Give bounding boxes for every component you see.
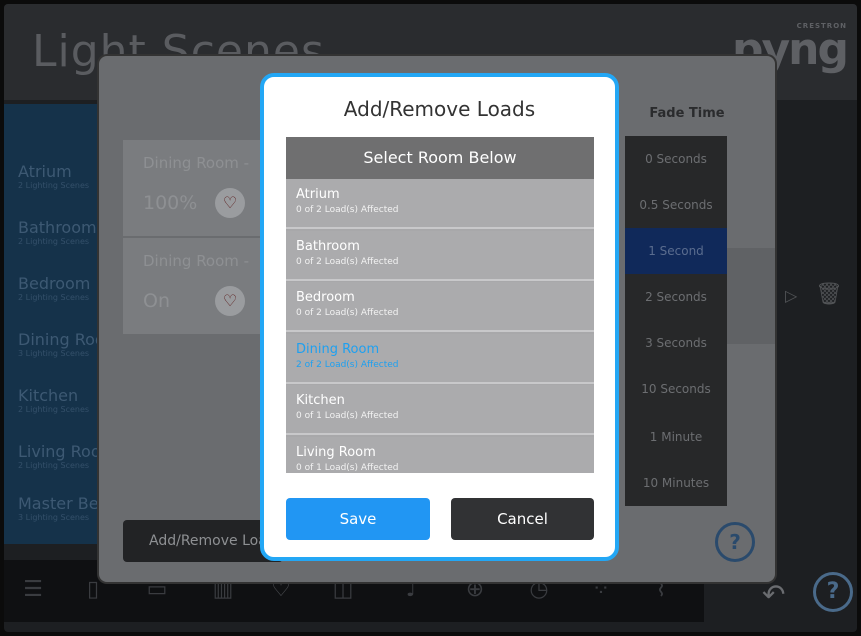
load-card-value: On — [143, 290, 170, 312]
fade-option[interactable]: 1 Minute — [625, 414, 727, 460]
menu-icon[interactable]: ☰ — [20, 578, 46, 602]
room-list-item-bathroom[interactable]: Bathroom 0 of 2 Load(s) Affected — [286, 231, 594, 281]
room-list-item-bedroom[interactable]: Bedroom 0 of 2 Load(s) Affected — [286, 282, 594, 332]
fade-option[interactable]: 0.5 Seconds — [625, 182, 727, 228]
room-list-item-kitchen[interactable]: Kitchen 0 of 1 Load(s) Affected — [286, 385, 594, 435]
play-icon[interactable]: ▷ — [785, 286, 797, 305]
fade-option[interactable]: 10 Minutes — [625, 460, 727, 506]
dialog-title: Add/Remove Loads — [343, 97, 536, 121]
help-icon[interactable]: ? — [715, 522, 755, 562]
sidebar-item-sub: 3 Lighting Scenes — [18, 513, 90, 522]
fade-option[interactable]: 10 Seconds — [625, 366, 727, 412]
room-load-count: 2 of 2 Load(s) Affected — [296, 360, 399, 370]
sidebar-item-living-room[interactable]: Living Room 2 Lighting Scenes — [18, 442, 108, 470]
back-arrow-icon[interactable]: ↶ — [762, 578, 792, 611]
room-list-header: Select Room Below — [286, 137, 594, 179]
room-load-count: 0 of 2 Load(s) Affected — [296, 257, 399, 267]
fade-time-header: Fade Time — [649, 106, 725, 121]
room-name: Kitchen — [296, 393, 345, 408]
room-name: Bathroom — [296, 239, 360, 254]
sidebar-item-label: Dining Room — [18, 330, 108, 349]
sidebar-item-dining-room[interactable]: Dining Room 3 Lighting Scenes — [18, 330, 108, 358]
fade-option[interactable]: 3 Seconds — [625, 320, 727, 366]
add-remove-loads-dialog: Add/Remove Loads Select Room Below Atriu… — [260, 73, 619, 561]
room-load-count: 0 of 1 Load(s) Affected — [296, 463, 399, 473]
save-button[interactable]: Save — [286, 498, 430, 540]
sidebar-item-label: Bathroom — [18, 218, 97, 237]
room-name: Dining Room — [296, 342, 380, 357]
room-sidebar: Atrium 2 Lighting Scenes Bathroom 2 Ligh… — [4, 104, 108, 544]
room-name: Bedroom — [296, 290, 355, 305]
sidebar-item-sub: 2 Lighting Scenes — [18, 237, 90, 246]
sidebar-item-label: Living Room — [18, 442, 108, 461]
load-card-title: Dining Room - — [143, 154, 250, 172]
sidebar-item-bathroom[interactable]: Bathroom 2 Lighting Scenes — [18, 218, 108, 246]
sidebar-item-label: Master Bedroom — [18, 494, 108, 513]
sidebar-item-label: Bedroom — [18, 274, 91, 293]
sidebar-item-sub: 2 Lighting Scenes — [18, 293, 90, 302]
load-card-title: Dining Room - — [143, 252, 250, 270]
door-icon[interactable]: ▯ — [80, 578, 106, 602]
room-list[interactable]: Atrium 0 of 2 Load(s) Affected Bathroom … — [286, 179, 594, 473]
room-name: Atrium — [296, 187, 340, 202]
sidebar-item-master-bedroom[interactable]: Master Bedroom 3 Lighting Scenes — [18, 494, 108, 522]
room-list-item-atrium[interactable]: Atrium 0 of 2 Load(s) Affected — [286, 179, 594, 229]
lightbulb-icon[interactable]: ♡ — [215, 188, 245, 218]
cancel-button[interactable]: Cancel — [451, 498, 594, 540]
sidebar-item-sub: 2 Lighting Scenes — [18, 181, 90, 190]
room-list-item-living-room[interactable]: Living Room 0 of 1 Load(s) Affected — [286, 437, 594, 473]
sidebar-item-sub: 3 Lighting Scenes — [18, 349, 90, 358]
fade-time-list: 0 Seconds 0.5 Seconds 1 Second 2 Seconds… — [625, 136, 727, 506]
fade-option[interactable]: 0 Seconds — [625, 136, 727, 182]
scene-row — [727, 248, 775, 344]
sidebar-item-sub: 2 Lighting Scenes — [18, 405, 90, 414]
trash-icon[interactable]: 🗑 — [815, 282, 843, 307]
fade-option[interactable]: 2 Seconds — [625, 274, 727, 320]
room-load-count: 0 of 2 Load(s) Affected — [296, 205, 399, 215]
sidebar-item-sub: 2 Lighting Scenes — [18, 461, 90, 470]
room-name: Living Room — [296, 445, 376, 460]
sidebar-item-label: Kitchen — [18, 386, 79, 405]
sidebar-item-bedroom[interactable]: Bedroom 2 Lighting Scenes — [18, 274, 108, 302]
help-icon[interactable]: ? — [813, 572, 853, 612]
room-load-count: 0 of 1 Load(s) Affected — [296, 411, 399, 421]
sidebar-item-atrium[interactable]: Atrium 2 Lighting Scenes — [18, 162, 108, 190]
load-card-value: 100% — [143, 192, 198, 214]
lightbulb-icon[interactable]: ♡ — [215, 286, 245, 316]
room-load-count: 0 of 2 Load(s) Affected — [296, 308, 399, 318]
sidebar-item-kitchen[interactable]: Kitchen 2 Lighting Scenes — [18, 386, 108, 414]
add-remove-loads-button[interactable]: Add/Remove Loads — [123, 520, 283, 562]
room-list-item-dining-room[interactable]: Dining Room 2 of 2 Load(s) Affected — [286, 334, 594, 384]
sidebar-item-label: Atrium — [18, 162, 72, 181]
fade-option-selected[interactable]: 1 Second — [625, 228, 727, 274]
